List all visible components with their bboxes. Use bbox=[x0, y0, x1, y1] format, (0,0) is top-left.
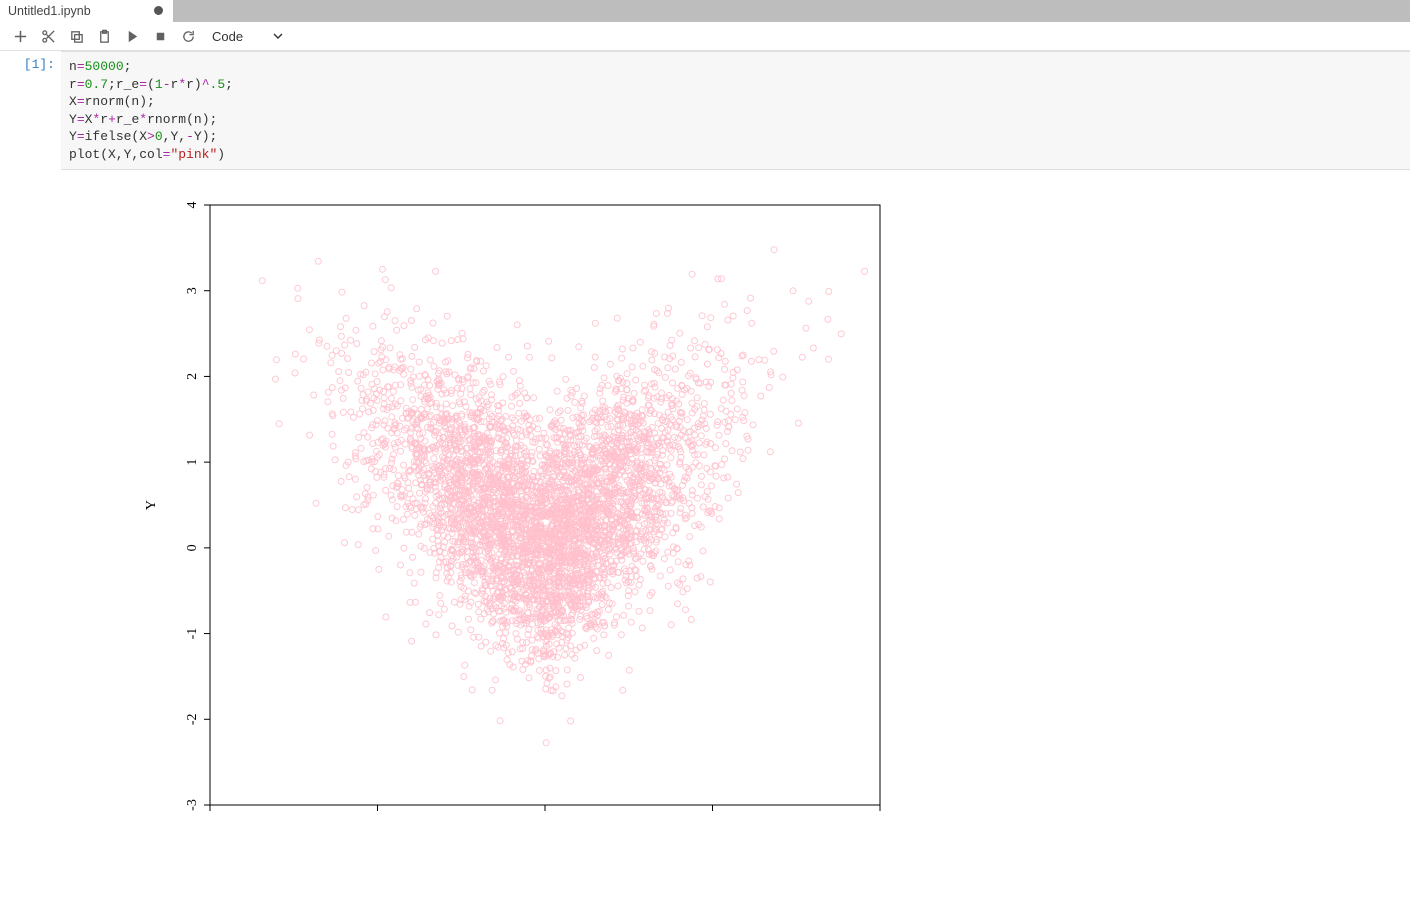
add-cell-button[interactable] bbox=[6, 23, 34, 49]
restart-button[interactable] bbox=[174, 23, 202, 49]
cell-type-label: Code bbox=[212, 29, 243, 44]
unsaved-dot-icon bbox=[154, 6, 163, 15]
svg-text:3: 3 bbox=[185, 287, 200, 294]
cell-type-select[interactable]: Code bbox=[212, 29, 283, 44]
tab-strip: Untitled1.ipynb bbox=[0, 0, 1410, 22]
svg-text:1: 1 bbox=[185, 459, 200, 466]
scatter-plot: -3 -2 -1 0 1 2 3 4 Y bbox=[60, 180, 890, 910]
code-input[interactable]: n=50000; r=0.7;r_e=(1-r*r)^.5; X=rnorm(n… bbox=[61, 51, 1410, 170]
paste-button[interactable] bbox=[90, 23, 118, 49]
svg-text:-2: -2 bbox=[185, 714, 200, 726]
stop-icon bbox=[153, 29, 168, 44]
stop-button[interactable] bbox=[146, 23, 174, 49]
run-button[interactable] bbox=[118, 23, 146, 49]
cut-button[interactable] bbox=[34, 23, 62, 49]
svg-text:-1: -1 bbox=[185, 628, 200, 640]
code-cell[interactable]: [1]: n=50000; r=0.7;r_e=(1-r*r)^.5; X=rn… bbox=[0, 51, 1410, 170]
tab-title: Untitled1.ipynb bbox=[8, 4, 91, 18]
plot-container: -3 -2 -1 0 1 2 3 4 Y bbox=[60, 180, 1410, 910]
toolbar: Code bbox=[0, 22, 1410, 51]
cell-output: -3 -2 -1 0 1 2 3 4 Y bbox=[0, 180, 1410, 910]
notebook-tab[interactable]: Untitled1.ipynb bbox=[0, 0, 173, 22]
copy-icon bbox=[69, 29, 84, 44]
notebook-area: [1]: n=50000; r=0.7;r_e=(1-r*r)^.5; X=rn… bbox=[0, 51, 1410, 910]
copy-button[interactable] bbox=[62, 23, 90, 49]
svg-text:2: 2 bbox=[185, 373, 200, 380]
clipboard-icon bbox=[97, 29, 112, 44]
svg-text:0: 0 bbox=[185, 545, 200, 552]
plus-icon bbox=[13, 29, 28, 44]
svg-text:Y: Y bbox=[144, 500, 159, 510]
svg-text:-3: -3 bbox=[185, 799, 200, 811]
cell-prompt: [1]: bbox=[0, 51, 61, 72]
chevron-down-icon bbox=[273, 29, 283, 44]
scissors-icon bbox=[41, 29, 56, 44]
play-icon bbox=[125, 29, 140, 44]
restart-icon bbox=[181, 29, 196, 44]
svg-text:4: 4 bbox=[185, 202, 200, 209]
